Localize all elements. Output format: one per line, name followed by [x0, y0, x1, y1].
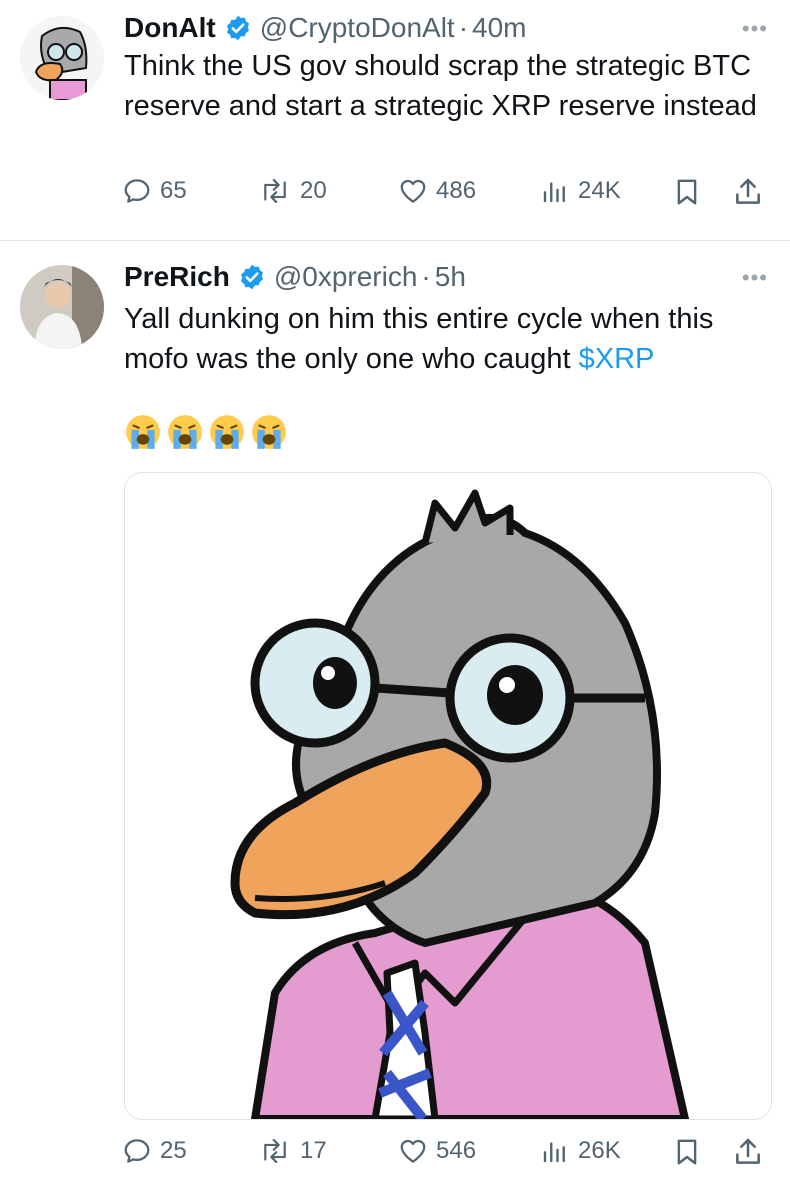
bookmark-icon: [677, 1139, 697, 1165]
display-name[interactable]: DonAlt: [124, 12, 216, 44]
like-button[interactable]: 546: [398, 1136, 476, 1166]
views-button[interactable]: 26K: [540, 1136, 621, 1166]
tweet-text: Yall dunking on him this entire cycle wh…: [124, 299, 764, 379]
like-count: 486: [436, 177, 477, 204]
heart-icon: [400, 179, 426, 203]
retweet-icon: [264, 1138, 286, 1164]
more-options-icon[interactable]: •••: [742, 16, 768, 42]
loudly-crying-face-icon: [126, 415, 160, 449]
view-count: 24K: [578, 177, 621, 204]
reply-button[interactable]: 65: [122, 176, 187, 206]
bookmark-button[interactable]: [672, 1136, 710, 1168]
tweet-donalt[interactable]: DonAlt @CryptoDonAlt · 40m ••• Think the…: [0, 0, 790, 240]
more-options-icon[interactable]: •••: [742, 265, 768, 291]
share-button[interactable]: [732, 176, 772, 208]
like-count: 546: [436, 1137, 477, 1164]
timestamp[interactable]: 5h: [435, 261, 466, 293]
tweet-header: DonAlt @CryptoDonAlt · 40m: [124, 8, 527, 48]
tweet-text: Think the US gov should scrap the strate…: [124, 50, 757, 122]
avatar[interactable]: [20, 16, 104, 100]
views-chart-icon: [543, 1142, 565, 1163]
duck-avatar-icon: [20, 16, 104, 100]
views-chart-icon: [543, 182, 565, 203]
cashtag-link[interactable]: $XRP: [579, 343, 655, 375]
handle[interactable]: @CryptoDonAlt: [260, 12, 455, 44]
reply-button[interactable]: 25: [122, 1136, 187, 1166]
verified-badge-icon: [240, 264, 263, 290]
duck-illustration: [125, 473, 771, 1119]
loudly-crying-face-icon: [168, 415, 202, 449]
timestamp[interactable]: 40m: [472, 12, 526, 44]
reply-count: 25: [160, 1137, 187, 1164]
retweet-icon: [264, 178, 286, 204]
display-name[interactable]: PreRich: [124, 261, 230, 293]
separator-dot: ·: [458, 12, 469, 43]
separator-dot: ·: [421, 261, 431, 292]
share-icon: [736, 178, 760, 204]
heart-icon: [400, 1139, 426, 1163]
action-bar: 65 20 486 24K: [122, 176, 772, 216]
views-button[interactable]: 24K: [540, 176, 621, 206]
share-icon: [736, 1138, 760, 1164]
tweet-prerich[interactable]: PreRich @0xprerich · 5h ••• Yall dunking…: [0, 241, 790, 1200]
tweet-media-image[interactable]: [124, 472, 772, 1120]
reply-icon: [124, 1139, 150, 1163]
handle[interactable]: @0xprerich: [274, 261, 418, 293]
like-button[interactable]: 486: [398, 176, 476, 206]
retweet-count: 17: [300, 1137, 327, 1164]
emoji-row: [124, 413, 288, 451]
avatar[interactable]: [20, 265, 104, 349]
view-count: 26K: [578, 1137, 621, 1164]
bookmark-button[interactable]: [672, 176, 710, 208]
tweet-header: PreRich @0xprerich · 5h: [124, 257, 466, 297]
profile-photo-icon: [20, 265, 104, 349]
reply-count: 65: [160, 177, 187, 204]
action-bar: 25 17 546 26K: [122, 1136, 772, 1176]
retweet-button[interactable]: 20: [258, 176, 327, 206]
bookmark-icon: [677, 179, 697, 205]
loudly-crying-face-icon: [210, 415, 244, 449]
verified-badge-icon: [226, 15, 249, 41]
retweet-button[interactable]: 17: [258, 1136, 327, 1166]
loudly-crying-face-icon: [252, 415, 286, 449]
retweet-count: 20: [300, 177, 327, 204]
reply-icon: [124, 179, 150, 203]
share-button[interactable]: [732, 1136, 772, 1168]
